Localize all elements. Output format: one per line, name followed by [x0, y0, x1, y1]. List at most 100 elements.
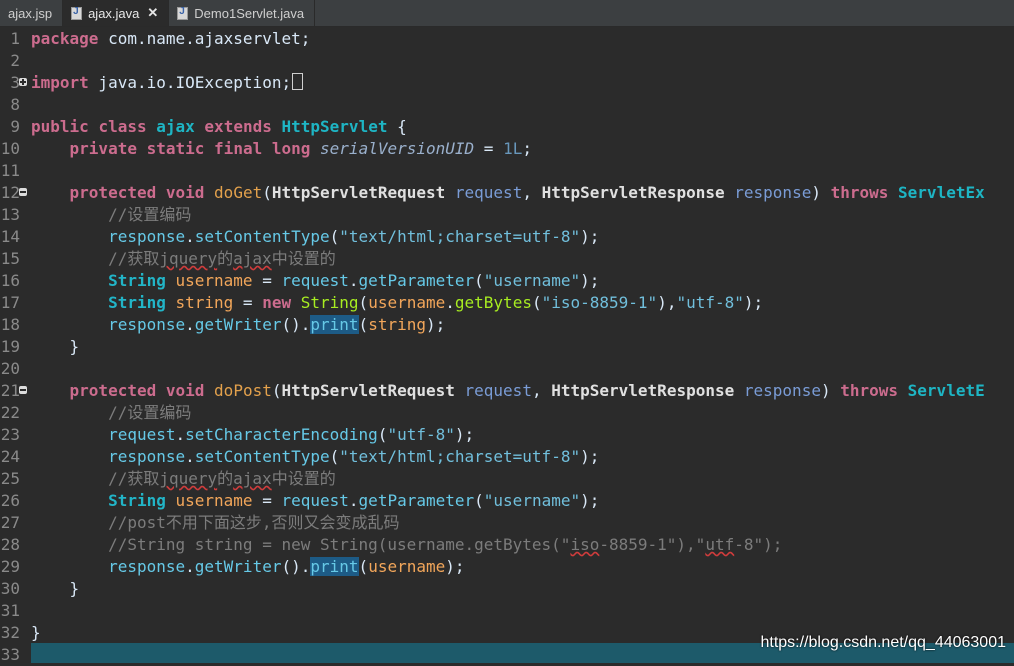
java-file-icon	[71, 6, 83, 20]
code-line: 11	[0, 160, 1014, 182]
method-call-highlighted[interactable]: print	[310, 557, 359, 576]
operator: =	[474, 139, 504, 158]
code-line: 23 request.setCharacterEncoding("utf-8")…	[0, 425, 475, 444]
field-name: serialVersionUID	[320, 139, 475, 158]
string-literal: "utf-8"	[387, 425, 455, 444]
exception-type: ServletEx	[898, 183, 985, 202]
fold-expand-icon[interactable]	[19, 78, 27, 86]
code-line: 25 //获取jquery的ajax中设置的	[0, 468, 1014, 490]
type-name: String	[108, 293, 166, 312]
code-line: 15 //获取jquery的ajax中设置的	[0, 248, 1014, 270]
method-name: doPost	[214, 381, 272, 400]
brace: }	[69, 337, 80, 356]
line-number: 32	[0, 623, 20, 642]
method-call: getWriter	[194, 315, 282, 334]
line-number: 24	[0, 447, 20, 466]
folded-imports-box[interactable]	[292, 73, 304, 90]
fold-collapse-icon[interactable]	[19, 188, 27, 196]
method-call: setCharacterEncoding	[185, 425, 378, 444]
string-literal: "username"	[483, 271, 581, 290]
comment-part: ajax	[233, 249, 272, 268]
keyword: final	[214, 139, 263, 158]
code-line: 21 protected void doPost(HttpServletRequ…	[0, 381, 985, 400]
method-call: getWriter	[194, 557, 282, 576]
tab-ajax-java[interactable]: ajax.java ✕	[63, 0, 170, 26]
string-literal: "username"	[483, 491, 581, 510]
keyword: public	[31, 117, 89, 136]
param-name: request	[464, 381, 532, 400]
line-number: 14	[0, 227, 20, 246]
line-number: 30	[0, 579, 20, 598]
param-name: response	[734, 183, 812, 202]
code-line: 1 package com.name.ajaxservlet;	[0, 28, 1014, 50]
type-name: String	[108, 271, 166, 290]
keyword: private	[69, 139, 137, 158]
line-number: 13	[0, 205, 20, 224]
code-line: 26 String username = request.getParamete…	[0, 491, 600, 510]
code-line: 2	[0, 50, 1014, 72]
close-icon[interactable]: ✕	[147, 5, 158, 21]
tab-ajax-jsp[interactable]: ajax.jsp	[0, 0, 64, 26]
line-number: 23	[0, 425, 20, 444]
comment: //设置编码	[108, 403, 192, 422]
variable: request	[108, 425, 176, 444]
brace: {	[387, 117, 407, 136]
variable: request	[281, 271, 349, 290]
method-call: setContentType	[194, 227, 330, 246]
method-call-highlighted[interactable]: print	[310, 315, 359, 334]
code-line: 19 }	[0, 336, 1014, 358]
line-number: 29	[0, 557, 20, 576]
keyword: protected	[69, 183, 157, 202]
keyword: package	[31, 29, 99, 48]
tab-label: ajax.java	[88, 5, 140, 21]
line-number: 31	[0, 601, 20, 620]
keyword: protected	[69, 381, 157, 400]
method-call: setContentType	[194, 447, 330, 466]
keyword: long	[271, 139, 311, 158]
keyword: void	[165, 183, 205, 202]
tab-label: ajax.jsp	[8, 5, 53, 21]
tab-demo1servlet-java[interactable]: Demo1Servlet.java	[169, 0, 316, 26]
comment-part: -8859-1"),"	[599, 535, 706, 554]
comment-part: utf	[705, 535, 735, 554]
semicolon: ;	[522, 139, 532, 158]
comment-part: 中设置的	[271, 469, 336, 488]
line-number: 2	[10, 51, 20, 70]
code-line: 10 private static final long serialVersi…	[0, 138, 1014, 160]
class-name: ajax	[156, 117, 195, 136]
editor-tab-bar: ajax.jsp ajax.java ✕ Demo1Servlet.java	[0, 0, 1014, 27]
package-name: com.name.ajaxservlet;	[98, 29, 311, 48]
keyword: new	[262, 293, 292, 312]
param-type: HttpServletRequest	[271, 183, 446, 202]
code-editor[interactable]: 1 package com.name.ajaxservlet; 2 3 impo…	[0, 28, 1014, 664]
line-number: 19	[0, 337, 20, 356]
comment: //获取jquery的ajax中设置的	[108, 249, 336, 268]
code-line: 16 String username = request.getParamete…	[0, 271, 600, 290]
comment-part: iso	[570, 535, 600, 554]
super-class: HttpServlet	[281, 117, 388, 136]
line-number: 21	[0, 381, 20, 400]
param-name: request	[454, 183, 523, 202]
variable: response	[108, 315, 186, 334]
local-variable: string	[368, 315, 426, 334]
variable: response	[108, 557, 186, 576]
line-number: 28	[0, 535, 20, 554]
code-line: 12 protected void doGet(HttpServletReque…	[0, 183, 985, 202]
code-line: 9 public class ajax extends HttpServlet …	[0, 116, 1014, 138]
tab-label: Demo1Servlet.java	[194, 5, 305, 21]
method-call: getParameter	[358, 271, 475, 290]
code-line: 20	[0, 358, 1014, 380]
code-line: 8	[0, 94, 1014, 116]
variable: response	[108, 447, 186, 466]
keyword: throws	[830, 183, 889, 202]
param-name: response	[743, 381, 821, 400]
code-line: 13 //设置编码	[0, 204, 1014, 226]
code-line: 31	[0, 600, 1014, 622]
line-number: 9	[10, 117, 20, 136]
comment-part: jquery	[159, 249, 218, 268]
line-number: 11	[0, 161, 20, 180]
number-literal: 1L	[503, 139, 523, 158]
fold-collapse-icon[interactable]	[19, 386, 27, 394]
code-line: 18 response.getWriter().print(string);	[0, 315, 446, 334]
keyword: class	[98, 117, 147, 136]
